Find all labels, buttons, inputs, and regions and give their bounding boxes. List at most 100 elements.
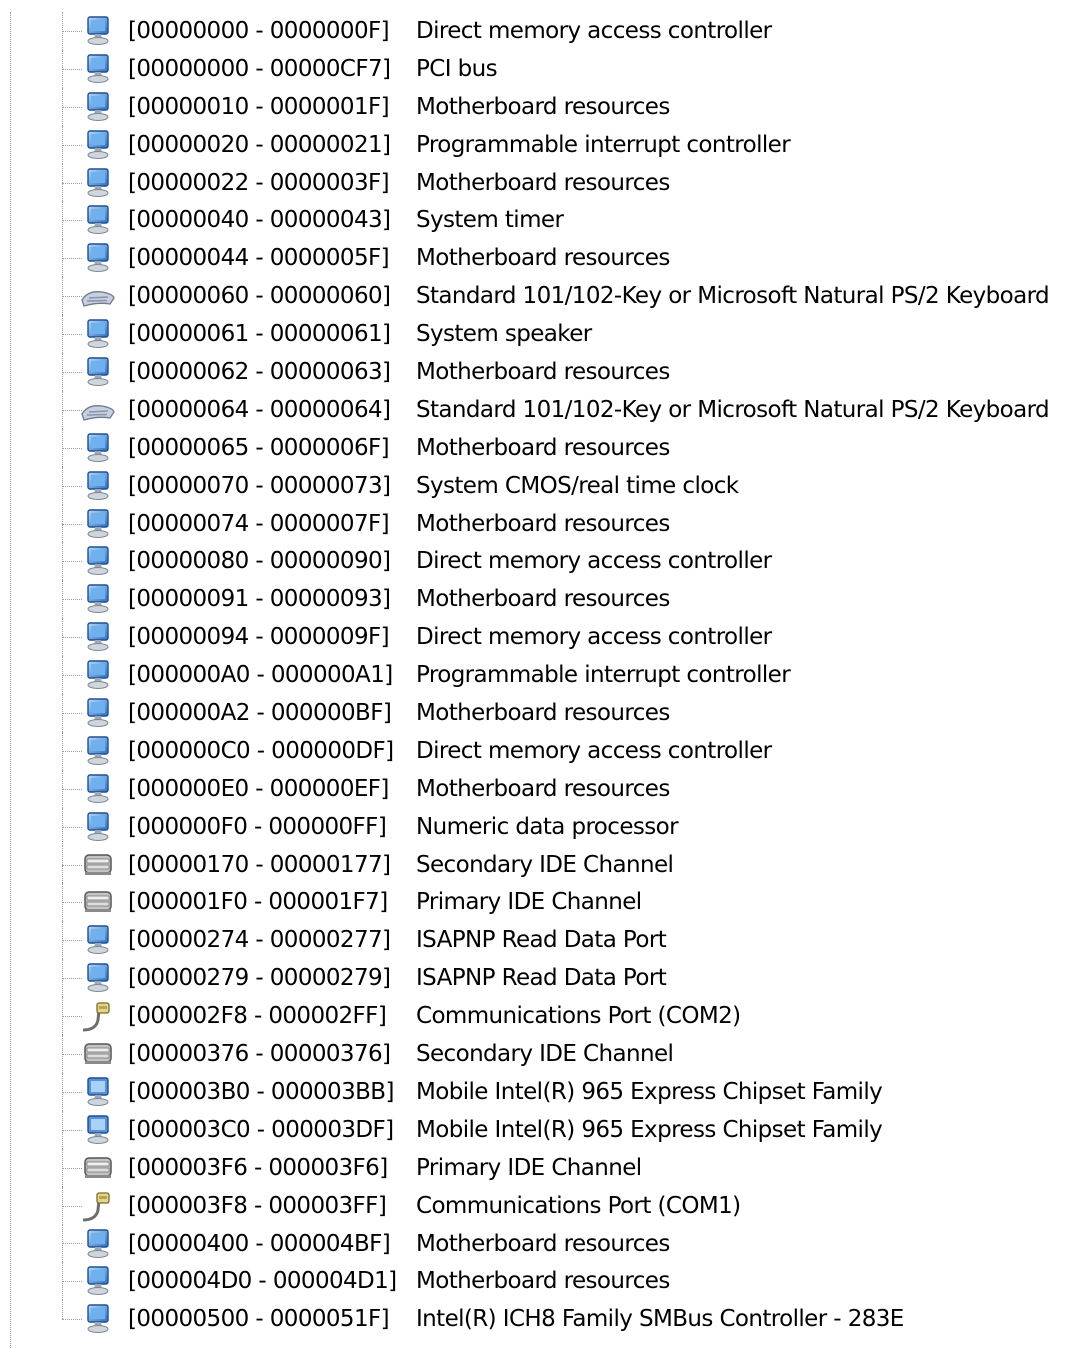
keyboard-icon xyxy=(80,280,116,312)
io-range: [00000091 - 00000093] xyxy=(128,586,391,613)
ide-channel-icon xyxy=(80,1038,116,1070)
tree-connector-horizontal xyxy=(62,68,82,70)
system-device-icon xyxy=(80,318,116,350)
resource-item[interactable]: [000003B0 - 000003BB] Mobile Intel(R) 965… xyxy=(0,1072,1091,1111)
resource-item[interactable]: [000003C0 - 000003DF] Mobile Intel(R) 965… xyxy=(0,1110,1091,1149)
display-adapter-icon xyxy=(80,1114,116,1146)
system-device-icon xyxy=(80,659,116,691)
tree-connector-horizontal xyxy=(62,750,82,752)
system-device-icon xyxy=(80,924,116,956)
resource-item[interactable]: [000000A2 - 000000BF] Motherboard resourc… xyxy=(0,694,1091,732)
resource-item[interactable]: [00000000 - 00000CF7] PCI bus xyxy=(0,49,1091,88)
device-name: ISAPNP Read Data Port xyxy=(416,965,667,992)
tree-connector-horizontal xyxy=(62,409,82,411)
tree-connector-horizontal xyxy=(62,902,82,904)
resource-item[interactable]: [00000022 - 0000003F] Motherboard resourc… xyxy=(0,163,1091,202)
system-device-icon xyxy=(80,53,116,85)
io-range: [000000F0 - 000000FF] xyxy=(128,813,387,840)
resource-item[interactable]: [00000065 - 0000006F] Motherboard resourc… xyxy=(0,428,1091,467)
io-range: [00000064 - 00000064] xyxy=(128,396,391,423)
io-range: [000001F0 - 000001F7] xyxy=(128,889,388,916)
resource-item[interactable]: [00000091 - 00000093] Motherboard resourc… xyxy=(0,580,1091,619)
resource-item[interactable]: [000003F8 - 000003FF] Communications Port… xyxy=(0,1186,1091,1225)
device-name: Motherboard resources xyxy=(416,359,670,386)
tree-connector-horizontal xyxy=(62,485,82,487)
device-name: Programmable interrupt controller xyxy=(416,662,791,689)
io-range: [000003F8 - 000003FF] xyxy=(128,1192,387,1219)
resource-item[interactable]: [000000A0 - 000000A1] Programmable interr… xyxy=(0,656,1091,695)
resource-item[interactable]: [00000061 - 00000061] System speaker xyxy=(0,315,1091,354)
device-name: Motherboard resources xyxy=(416,510,670,537)
system-device-icon xyxy=(80,735,116,767)
resource-item[interactable]: [000000F0 - 000000FF] Numeric data proces… xyxy=(0,807,1091,846)
resource-item[interactable]: [000004D0 - 000004D1] Motherboard resourc… xyxy=(0,1262,1091,1301)
resource-item[interactable]: [00000000 - 0000000F] Direct memory acces… xyxy=(0,12,1091,50)
resource-item[interactable]: [00000170 - 00000177] Secondary IDE Chann… xyxy=(0,845,1091,884)
device-name: Motherboard resources xyxy=(416,1268,670,1295)
io-range: [00000094 - 0000009F] xyxy=(128,624,390,651)
tree-connector-horizontal xyxy=(62,1319,82,1321)
device-name: Motherboard resources xyxy=(416,245,670,272)
device-name: Motherboard resources xyxy=(416,586,670,613)
resource-item[interactable]: [00000400 - 000004BF] Motherboard resourc… xyxy=(0,1224,1091,1263)
resource-item[interactable]: [000003F6 - 000003F6] Primary IDE Channel xyxy=(0,1148,1091,1187)
resource-item[interactable]: [00000070 - 00000073] System CMOS/real ti… xyxy=(0,466,1091,505)
resource-item[interactable]: [000001F0 - 000001F7] Primary IDE Channel xyxy=(0,883,1091,922)
tree-connector-horizontal xyxy=(62,220,82,222)
tree-connector-horizontal xyxy=(62,675,82,677)
system-device-icon xyxy=(80,545,116,577)
io-range: [000000C0 - 000000DF] xyxy=(128,737,394,764)
resource-item[interactable]: [000002F8 - 000002FF] Communications Port… xyxy=(0,997,1091,1036)
resource-item[interactable]: [00000500 - 0000051F] Intel(R) ICH8 Famil… xyxy=(0,1300,1091,1338)
device-name: Motherboard resources xyxy=(416,93,670,120)
resource-item[interactable]: [00000064 - 00000064] Standard 101/102-Ke… xyxy=(0,390,1091,429)
system-device-icon xyxy=(80,1265,116,1297)
resource-item[interactable]: [000000C0 - 000000DF] Direct memory acces… xyxy=(0,731,1091,770)
device-name: Mobile Intel(R) 965 Express Chipset Fami… xyxy=(416,1078,883,1105)
resource-item[interactable]: [00000044 - 0000005F] Motherboard resourc… xyxy=(0,239,1091,278)
io-range: [000002F8 - 000002FF] xyxy=(128,1003,387,1030)
io-range: [00000000 - 0000000F] xyxy=(128,18,390,44)
io-range: [000003B0 - 000003BB] xyxy=(128,1078,394,1105)
resource-item[interactable]: [000000E0 - 000000EF] Motherboard resourc… xyxy=(0,769,1091,808)
io-resource-tree: [00000000 - 0000000F] Direct memory acces… xyxy=(0,12,1091,1348)
device-name: Direct memory access controller xyxy=(416,624,772,651)
device-name: Secondary IDE Channel xyxy=(416,1041,674,1068)
tree-connector-horizontal xyxy=(62,106,82,108)
device-name: Communications Port (COM1) xyxy=(416,1192,741,1219)
tree-connector-horizontal xyxy=(62,1167,82,1169)
resource-item[interactable]: [00000010 - 0000001F] Motherboard resourc… xyxy=(0,87,1091,126)
device-name: Motherboard resources xyxy=(416,1230,670,1257)
resource-item[interactable]: [00000279 - 00000279] ISAPNP Read Data Po… xyxy=(0,959,1091,998)
tree-connector-horizontal xyxy=(62,144,82,146)
resource-item[interactable]: [00000060 - 00000060] Standard 101/102-Ke… xyxy=(0,277,1091,316)
tree-connector-horizontal xyxy=(62,1016,82,1018)
device-name: Primary IDE Channel xyxy=(416,1154,642,1181)
io-range: [00000274 - 00000277] xyxy=(128,927,391,954)
tree-connector-horizontal xyxy=(62,1281,82,1283)
system-device-icon xyxy=(80,470,116,502)
io-range: [00000060 - 00000060] xyxy=(128,283,391,310)
resource-item[interactable]: [00000062 - 00000063] Motherboard resourc… xyxy=(0,353,1091,391)
ide-channel-icon xyxy=(80,1152,116,1184)
io-range: [00000022 - 0000003F] xyxy=(128,169,390,196)
system-device-icon xyxy=(80,242,116,274)
tree-connector-horizontal xyxy=(62,523,82,525)
port-icon xyxy=(80,1190,116,1222)
resource-item[interactable]: [00000040 - 00000043] System timer xyxy=(0,201,1091,240)
system-device-icon xyxy=(80,432,116,464)
tree-connector-horizontal xyxy=(62,296,82,298)
resource-item[interactable]: [00000376 - 00000376] Secondary IDE Chann… xyxy=(0,1035,1091,1073)
resource-item[interactable]: [00000080 - 00000090] Direct memory acces… xyxy=(0,542,1091,581)
device-name: Secondary IDE Channel xyxy=(416,851,674,878)
io-range: [000000E0 - 000000EF] xyxy=(128,775,389,802)
io-range: [000000A0 - 000000A1] xyxy=(128,662,393,689)
tree-connector-horizontal xyxy=(62,1129,82,1131)
system-device-icon xyxy=(80,15,116,47)
resource-item[interactable]: [00000274 - 00000277] ISAPNP Read Data Po… xyxy=(0,921,1091,960)
io-range: [00000376 - 00000376] xyxy=(128,1041,391,1068)
resource-item[interactable]: [00000094 - 0000009F] Direct memory acces… xyxy=(0,618,1091,657)
resource-item[interactable]: [00000074 - 0000007F] Motherboard resourc… xyxy=(0,504,1091,543)
system-device-icon xyxy=(80,1228,116,1260)
resource-item[interactable]: [00000020 - 00000021] Programmable interr… xyxy=(0,125,1091,164)
